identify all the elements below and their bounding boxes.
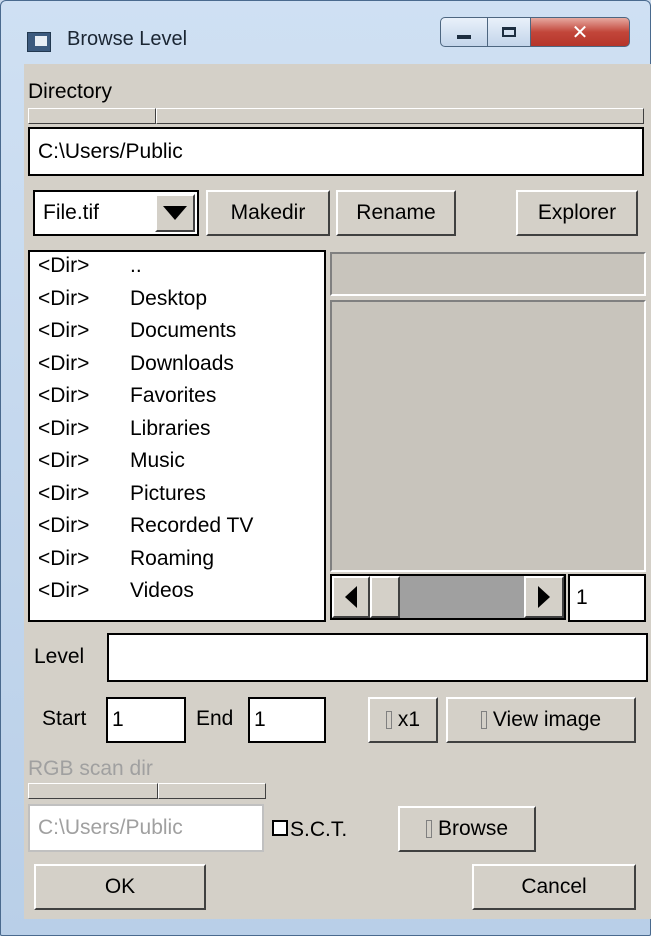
list-item-name: Downloads xyxy=(130,351,234,375)
directory-path-field[interactable]: C:\Users/Public xyxy=(28,127,644,176)
list-item-name: Videos xyxy=(130,579,194,602)
view-image-label: View image xyxy=(492,708,602,731)
scroll-thumb[interactable] xyxy=(370,576,400,618)
browse-label: Browse xyxy=(437,817,509,840)
sct-label: S.C.T. xyxy=(290,818,348,841)
file-type-value: File.tif xyxy=(43,201,100,224)
view-image-button[interactable]: View image xyxy=(446,697,636,743)
close-icon: ✕ xyxy=(571,20,589,44)
list-item[interactable]: <Dir> Favorites xyxy=(30,382,324,415)
title-bar[interactable]: Browse Level ✕ xyxy=(1,1,650,63)
app-icon xyxy=(27,32,51,52)
window-controls: ✕ xyxy=(440,17,632,47)
list-item-tag: <Dir> xyxy=(38,449,90,472)
list-item-tag: <Dir> xyxy=(38,579,90,602)
list-item-tag: <Dir> xyxy=(38,319,90,342)
scroll-right-button[interactable] xyxy=(524,576,564,618)
browse-button[interactable]: Browse xyxy=(398,806,536,852)
chevron-down-icon xyxy=(163,206,187,220)
explorer-button[interactable]: Explorer xyxy=(516,190,638,236)
maximize-button[interactable] xyxy=(488,17,531,47)
list-item-tag: <Dir> xyxy=(38,416,90,440)
level-input[interactable] xyxy=(107,633,648,682)
list-item[interactable]: <Dir>.. xyxy=(30,252,324,285)
maximize-icon xyxy=(502,27,516,37)
view-image-indicator-icon xyxy=(480,711,487,729)
list-item-name: Music xyxy=(130,449,185,472)
x1-button[interactable]: x1 xyxy=(368,697,438,743)
sct-checkbox[interactable] xyxy=(272,820,288,841)
end-input[interactable]: 1 xyxy=(248,697,326,743)
browse-indicator-icon xyxy=(425,820,432,838)
list-item[interactable]: <Dir> Recorded TV xyxy=(30,512,324,545)
window-title: Browse Level xyxy=(67,28,188,50)
list-item-tag: <Dir> xyxy=(38,514,90,537)
list-item-name: Documents xyxy=(130,319,237,342)
list-item-tag: <Dir> xyxy=(38,546,90,570)
scroll-left-button[interactable] xyxy=(332,576,370,618)
arrow-right-icon xyxy=(538,586,550,608)
x1-label: x1 xyxy=(397,708,421,731)
directory-segment-1[interactable] xyxy=(28,108,156,124)
directory-label: Directory xyxy=(28,80,113,103)
list-item[interactable]: <Dir> Videos xyxy=(30,577,324,610)
level-label: Level xyxy=(34,645,85,668)
checkbox-icon xyxy=(272,820,288,836)
rgb-scan-dir-label: RGB scan dir xyxy=(28,757,153,780)
close-button[interactable]: ✕ xyxy=(531,17,630,47)
end-label: End xyxy=(196,707,234,730)
list-item-tag: <Dir> xyxy=(38,254,90,277)
minimize-button[interactable] xyxy=(440,17,488,47)
list-item-name: Recorded TV xyxy=(130,514,254,537)
list-item[interactable]: <Dir> Music xyxy=(30,447,324,480)
list-item-tag: <Dir> xyxy=(38,286,90,310)
list-item-name: Libraries xyxy=(130,416,211,440)
rgb-segment-2[interactable] xyxy=(158,783,266,799)
start-input[interactable]: 1 xyxy=(106,697,186,743)
list-item-tag: <Dir> xyxy=(38,384,90,407)
preview-scrollbar[interactable] xyxy=(330,574,566,620)
rename-button[interactable]: Rename xyxy=(336,190,456,236)
scroll-track[interactable] xyxy=(400,576,524,618)
page-number-field[interactable]: 1 xyxy=(568,574,646,622)
dropdown-arrow-button[interactable] xyxy=(155,194,195,232)
file-list[interactable]: <Dir>.. <Dir> Desktop <Dir> Documents <Dir> Do… xyxy=(28,250,326,622)
x1-indicator-icon xyxy=(385,711,392,729)
makedir-button[interactable]: Makedir xyxy=(206,190,330,236)
preview-pane xyxy=(330,300,646,572)
list-item[interactable]: <Dir> Pictures xyxy=(30,480,324,513)
list-item[interactable]: <Dir> Libraries xyxy=(30,415,324,448)
list-item-name: Roaming xyxy=(130,546,215,570)
list-item-name: Pictures xyxy=(130,481,206,505)
arrow-left-icon xyxy=(345,586,357,608)
rgb-segment-1[interactable] xyxy=(28,783,158,799)
list-item[interactable]: <Dir> Desktop xyxy=(30,285,324,318)
ok-button[interactable]: OK xyxy=(34,864,206,910)
preview-header xyxy=(330,252,646,296)
list-item[interactable]: <Dir> Downloads xyxy=(30,350,324,383)
cancel-button[interactable]: Cancel xyxy=(472,864,636,910)
list-item[interactable]: <Dir> Documents xyxy=(30,317,324,350)
minimize-icon xyxy=(457,35,471,39)
list-item-tag: <Dir> xyxy=(38,351,90,375)
list-item-name: Favorites xyxy=(130,384,217,407)
list-item-name: .. xyxy=(130,254,142,277)
list-item-name: Desktop xyxy=(130,286,208,310)
rgb-scan-path-field[interactable]: C:\Users/Public xyxy=(28,804,264,852)
start-label: Start xyxy=(42,707,87,730)
list-item[interactable]: <Dir> Roaming xyxy=(30,545,324,578)
directory-segment-2[interactable] xyxy=(156,108,644,124)
list-item-tag: <Dir> xyxy=(38,481,90,505)
